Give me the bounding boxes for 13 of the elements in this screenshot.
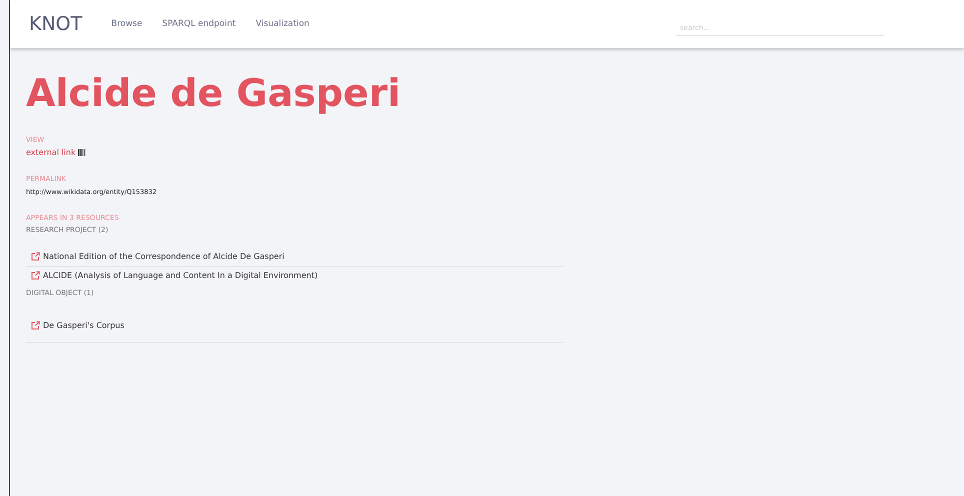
external-link-icon: [31, 271, 40, 280]
nav-link[interactable]: Visualization: [256, 19, 310, 29]
nav-link[interactable]: SPARQL endpoint: [162, 19, 236, 29]
external-link[interactable]: external link: [26, 148, 76, 157]
barcode-icon: [78, 149, 86, 156]
resource-link[interactable]: National Edition of the Correspondence of Alcide De Gasperi: [43, 252, 284, 261]
external-link-icon: [31, 252, 40, 261]
resource-link[interactable]: De Gasperi's Corpus: [43, 321, 124, 330]
nav-link[interactable]: Browse: [111, 19, 142, 29]
resource-link[interactable]: ALCIDE (Analysis of Language and Content In a Digital Environment): [43, 271, 318, 280]
brand-logo[interactable]: KNOT: [29, 13, 82, 35]
external-link-icon: [31, 321, 40, 330]
page-title: Alcide de Gasperi: [26, 70, 401, 116]
